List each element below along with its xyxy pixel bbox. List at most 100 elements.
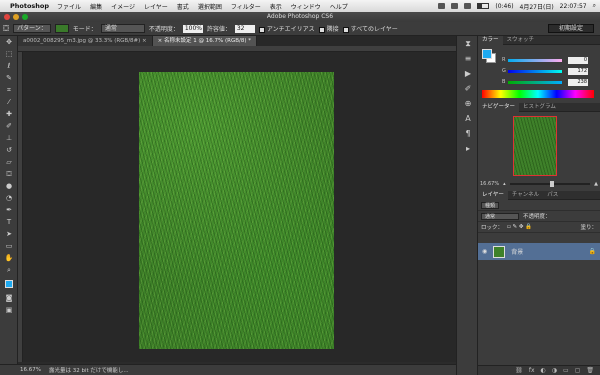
eraser-icon[interactable]: ▱ bbox=[0, 156, 18, 168]
history-panel-icon[interactable]: ⧗ bbox=[457, 36, 479, 51]
tab-layers[interactable]: レイヤー bbox=[478, 190, 508, 200]
menu-app-name[interactable]: Photoshop bbox=[10, 2, 49, 10]
shape-icon[interactable]: ▭ bbox=[0, 240, 18, 252]
path-select-icon[interactable]: ➤ bbox=[0, 228, 18, 240]
menu-date[interactable]: 4月27日(日) bbox=[520, 2, 554, 11]
foreground-color[interactable] bbox=[482, 49, 492, 59]
delete-layer-icon[interactable]: 🗑 bbox=[586, 367, 594, 374]
red-value[interactable]: 0 bbox=[568, 56, 588, 64]
foreground-color-swatch[interactable] bbox=[5, 280, 13, 288]
type-icon[interactable]: T bbox=[0, 216, 18, 228]
layer-style-icon[interactable]: fx bbox=[529, 367, 535, 374]
pattern-picker[interactable] bbox=[54, 24, 69, 33]
wifi-icon[interactable] bbox=[451, 3, 459, 9]
navigator-thumbnail[interactable] bbox=[513, 116, 557, 176]
minimize-window-icon[interactable] bbox=[13, 14, 19, 20]
healing-icon[interactable]: ✚ bbox=[0, 108, 18, 120]
spotlight-icon[interactable]: ⌕ bbox=[593, 2, 596, 10]
green-value[interactable]: 172 bbox=[568, 67, 588, 75]
menu-file[interactable]: ファイル bbox=[57, 2, 81, 11]
menu-view[interactable]: 表示 bbox=[270, 2, 282, 11]
menu-layer[interactable]: レイヤー bbox=[144, 2, 168, 11]
eyedropper-icon[interactable]: ⁄ bbox=[0, 96, 18, 108]
blend-mode-select[interactable]: 通常 bbox=[481, 212, 519, 220]
stamp-icon[interactable]: ⊥ bbox=[0, 132, 18, 144]
antialias-option[interactable]: アンチエイリアス bbox=[258, 24, 315, 33]
paragraph-panel-icon[interactable]: ¶ bbox=[457, 126, 479, 141]
quick-mask-icon[interactable]: ◙ bbox=[0, 292, 18, 304]
brush-panel-icon[interactable]: ✐ bbox=[457, 81, 479, 96]
mode-select[interactable]: 通常 bbox=[100, 24, 145, 33]
tab-document-untitled[interactable]: × 名称未設定 1 @ 16.7% (RGB/8) * bbox=[152, 36, 257, 46]
close-window-icon[interactable] bbox=[4, 14, 10, 20]
new-group-icon[interactable]: ▭ bbox=[563, 367, 569, 374]
zoom-in-icon[interactable]: ▲ bbox=[594, 181, 598, 187]
menu-select[interactable]: 選択範囲 bbox=[198, 2, 222, 11]
status-message[interactable]: 露光量は 32 bit だけで機能し... bbox=[49, 366, 129, 374]
menu-help[interactable]: ヘルプ bbox=[330, 2, 348, 11]
add-mask-icon[interactable]: ◐ bbox=[541, 367, 546, 374]
tab-swatches[interactable]: スウォッチ bbox=[503, 36, 539, 45]
navigator-zoom-value[interactable]: 16.67% bbox=[480, 181, 499, 187]
blur-icon[interactable]: ● bbox=[0, 180, 18, 192]
tab-navigator[interactable]: ナビゲーター bbox=[478, 102, 520, 112]
move-icon[interactable]: ✥ bbox=[0, 36, 18, 48]
all-layers-option[interactable]: すべてのレイヤー bbox=[342, 24, 398, 33]
green-slider[interactable] bbox=[508, 69, 562, 73]
red-slider[interactable] bbox=[508, 58, 562, 62]
menu-image[interactable]: イメージ bbox=[111, 2, 135, 11]
bucket-tool-preset-icon[interactable]: ⛋ bbox=[3, 24, 9, 34]
menu-edit[interactable]: 編集 bbox=[90, 2, 102, 11]
new-layer-icon[interactable]: ▢ bbox=[575, 367, 581, 374]
marquee-icon[interactable]: ⬚ bbox=[0, 48, 18, 60]
zoom-icon[interactable]: ⌕ bbox=[0, 264, 18, 276]
navigator-zoom-slider[interactable] bbox=[509, 181, 591, 187]
color-spectrum[interactable] bbox=[482, 90, 594, 98]
tab-channels[interactable]: チャンネル bbox=[508, 191, 543, 200]
pen-icon[interactable]: ✒ bbox=[0, 204, 18, 216]
clone-source-icon[interactable]: ⊕ bbox=[457, 96, 479, 111]
bucket-icon[interactable]: ⛋ bbox=[0, 168, 18, 180]
zoom-window-icon[interactable] bbox=[22, 14, 28, 20]
tab-histogram[interactable]: ヒストグラム bbox=[519, 103, 560, 112]
menu-time[interactable]: 22:07:57 bbox=[560, 3, 587, 10]
workspace-select[interactable]: 初期設定 bbox=[547, 24, 594, 33]
blue-value[interactable]: 238 bbox=[568, 78, 588, 86]
tab-color[interactable]: カラー bbox=[478, 35, 503, 45]
layer-row-background[interactable]: ◉ 背景 🔒 bbox=[478, 243, 600, 260]
lock-icons[interactable]: ▫ ✎ ✥ 🔒 bbox=[507, 224, 532, 230]
zoom-out-icon[interactable]: ▴ bbox=[503, 181, 506, 187]
fill-source-select[interactable]: パターン： bbox=[13, 24, 51, 33]
opacity-input[interactable]: 100% bbox=[182, 24, 203, 33]
properties-panel-icon[interactable]: ≡ bbox=[457, 51, 479, 66]
actions-panel-icon[interactable]: ▶ bbox=[457, 66, 479, 81]
play-icon[interactable]: ▸ bbox=[457, 141, 479, 156]
tray-icon[interactable] bbox=[438, 3, 446, 9]
menu-filter[interactable]: フィルター bbox=[231, 2, 261, 11]
layer-name[interactable]: 背景 bbox=[511, 247, 523, 256]
canvas-workspace[interactable] bbox=[23, 52, 456, 362]
quick-select-icon[interactable]: ✎ bbox=[0, 72, 18, 84]
contiguous-option[interactable]: 隣接 bbox=[318, 24, 339, 33]
all-layers-checkbox[interactable] bbox=[342, 26, 349, 33]
tolerance-input[interactable]: 32 bbox=[234, 24, 255, 33]
antialias-checkbox[interactable] bbox=[258, 26, 265, 33]
crop-icon[interactable]: ⌗ bbox=[0, 84, 18, 96]
dodge-icon[interactable]: ◔ bbox=[0, 192, 18, 204]
link-layers-icon[interactable]: ⛓ bbox=[515, 367, 523, 374]
hand-icon[interactable]: ✋ bbox=[0, 252, 18, 264]
volume-icon[interactable] bbox=[464, 3, 472, 9]
history-brush-icon[interactable]: ↺ bbox=[0, 144, 18, 156]
zoom-slider-thumb[interactable] bbox=[549, 181, 554, 187]
screen-mode-icon[interactable]: ▣ bbox=[0, 304, 18, 316]
tab-paths[interactable]: パス bbox=[543, 191, 562, 200]
lasso-icon[interactable]: ℓ bbox=[0, 60, 18, 72]
status-zoom[interactable]: 16.67% bbox=[20, 367, 41, 373]
color-swatches[interactable] bbox=[0, 276, 18, 292]
menu-type[interactable]: 書式 bbox=[177, 2, 189, 11]
eye-icon[interactable]: ◉ bbox=[482, 248, 487, 255]
tab-document-photo[interactable]: a0002_008295_m3.jpg @ 33.3% (RGB/8#) × bbox=[18, 36, 153, 46]
blue-slider[interactable] bbox=[508, 80, 562, 84]
grass-texture-canvas[interactable] bbox=[139, 72, 334, 349]
contiguous-checkbox[interactable] bbox=[318, 26, 325, 33]
